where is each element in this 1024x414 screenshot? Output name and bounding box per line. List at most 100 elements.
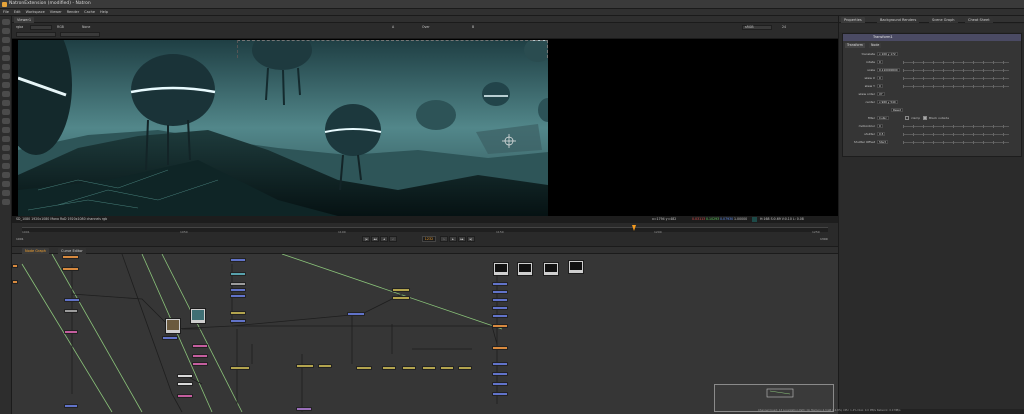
skew-order-select[interactable]: XY [877,92,885,96]
transform-node[interactable] [492,372,508,376]
measure-tool-icon[interactable] [2,163,10,169]
menu-render[interactable]: Render [67,9,79,15]
transform-node[interactable] [492,382,508,386]
menu-cache[interactable]: Cache [84,9,95,15]
prev-frame-button[interactable]: ‹ [389,236,397,242]
motionblur-field[interactable]: 0 [877,124,883,128]
blur-node[interactable] [318,364,332,368]
rotate-slider[interactable] [903,61,1009,64]
filter-select[interactable]: Cubic [877,116,889,120]
dot-node[interactable] [177,374,193,378]
time-tool-icon[interactable] [2,37,10,43]
transform-node[interactable] [492,282,508,286]
current-frame-field[interactable]: 1232 [422,236,436,242]
section-tab-transform[interactable]: Transform [845,43,865,48]
clamp-checkbox[interactable] [905,116,909,120]
grade-node[interactable] [192,344,208,348]
stereo-tool-icon[interactable] [2,172,10,178]
timeline-ruler[interactable]: 1001 1050 1100 1150 1200 1250 [22,227,828,234]
ops-select[interactable]: Over [422,25,430,29]
grade-node[interactable] [192,354,208,358]
transform-node[interactable] [64,298,80,302]
read-node-thumbnail[interactable] [165,318,181,334]
node-graph[interactable] [12,254,838,414]
keyer-tool-icon[interactable] [2,73,10,79]
transform-node[interactable] [230,258,246,262]
grade-node[interactable] [177,394,193,398]
transform-handle-icon[interactable] [502,134,516,148]
blur-node[interactable] [230,366,250,370]
paint-tool-icon[interactable] [2,28,10,34]
read-node[interactable] [12,264,18,268]
skew-x-field[interactable]: 0 [877,76,883,80]
frame-start[interactable]: 1001 [16,237,24,241]
menu-workspace[interactable]: Workspace [26,9,45,15]
blur-node[interactable] [402,366,416,370]
grade-node[interactable] [64,330,78,334]
extra-tool-icon[interactable] [2,127,10,133]
node-name[interactable]: Transform1 [873,35,893,39]
transform-node[interactable] [492,298,508,302]
gmic-tool-icon[interactable] [2,118,10,124]
read-node-thumbnail[interactable] [568,260,584,274]
skew-y-field[interactable]: 0 [877,84,883,88]
gamma-field[interactable] [60,32,100,37]
play-forward-button[interactable]: ▸ [449,236,457,242]
node-graph-navigator[interactable] [714,384,834,412]
shutter-field[interactable]: 0.5 [877,132,886,136]
transform-node[interactable] [492,392,508,396]
tab-cheat-sheet[interactable]: Cheat Sheet [965,17,993,23]
shutter-offset-slider[interactable] [903,141,1009,144]
blur-node[interactable] [440,366,454,370]
transform-node[interactable] [230,294,246,298]
channel-select-box[interactable] [30,25,52,30]
menu-help[interactable]: Help [100,9,108,15]
menu-edit[interactable]: Edit [14,9,21,15]
transform-node[interactable] [347,312,365,316]
scale-field[interactable]: 0.110000000 [877,68,900,72]
layer-select[interactable]: rgba [16,25,23,29]
color-tool-icon[interactable] [2,55,10,61]
script-tool-icon[interactable] [2,181,10,187]
menu-viewer[interactable]: Viewer [50,9,62,15]
skew-x-slider[interactable] [903,77,1009,80]
transform-node[interactable] [492,290,508,294]
read-node[interactable] [62,255,79,259]
tab-scene-graph[interactable]: Scene Graph [929,17,958,23]
panel-header[interactable]: Transform1 [843,34,1021,41]
transform-node[interactable] [230,288,246,292]
blur-node[interactable] [230,311,246,315]
grade-node[interactable] [230,272,246,276]
next-keyframe-button[interactable]: ▸▸ [458,236,466,242]
blur-node[interactable] [356,366,372,370]
transform-node[interactable] [162,336,178,340]
timeline[interactable]: 1001 1050 1100 1150 1200 1250 |◂ ◂◂ ◂ ‹ … [12,223,838,247]
frame-end[interactable]: 1300 [820,237,828,241]
dot-node[interactable] [230,282,246,286]
first-frame-button[interactable]: |◂ [362,236,370,242]
motionblur-slider[interactable] [903,125,1009,128]
transform-node[interactable] [492,314,508,318]
blur-node[interactable] [392,288,410,292]
merge-node[interactable] [64,404,78,408]
transform-node[interactable] [492,362,508,366]
tab-properties[interactable]: Properties [841,17,865,23]
blur-node[interactable] [458,366,472,370]
grade-node[interactable] [192,362,208,366]
menu-file[interactable]: File [3,9,9,15]
merge-node[interactable] [296,407,312,411]
views-tool-icon[interactable] [2,100,10,106]
play-backward-button[interactable]: ◂ [380,236,388,242]
image-tool-icon[interactable] [2,19,10,25]
skew-y-slider[interactable] [903,85,1009,88]
prev-keyframe-button[interactable]: ◂◂ [371,236,379,242]
dot-node[interactable] [177,382,193,386]
read-node[interactable] [62,267,79,271]
a-input-select[interactable]: A [392,25,394,29]
read-node-thumbnail[interactable] [517,262,533,276]
translate-field[interactable]: x 100 y 172 [877,52,898,56]
channels-select[interactable]: RGB [57,25,64,29]
extension-tool-icon[interactable] [2,199,10,205]
blur-node[interactable] [392,296,410,300]
black-outside-checkbox[interactable] [923,116,927,120]
